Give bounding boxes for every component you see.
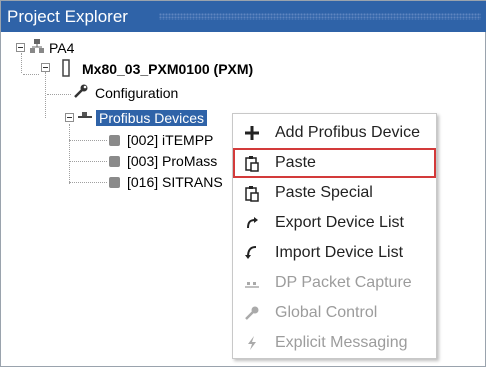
collapse-toggle-controller[interactable] [41,63,50,72]
title-grip [159,13,481,20]
panel-title-bar[interactable]: Project Explorer [1,1,486,32]
tree-node-controller[interactable]: Mx80_03_PXM0100 (PXM) [82,59,253,79]
menu-item-dp-packet-capture[interactable]: DP Packet Capture [233,268,436,298]
collapse-toggle-profibus[interactable] [65,113,74,122]
wrench-icon [74,84,88,98]
menu-item-add-profibus-device[interactable]: Add Profibus Device [233,118,436,148]
tree-line [69,124,71,184]
menu-item-global-control[interactable]: Global Control [233,298,436,328]
bus-network-icon [78,112,92,118]
device-icon [109,177,120,188]
device-icon [109,135,120,146]
tree-line [69,182,107,184]
import-arrow-icon [245,246,257,259]
tree-node-root[interactable]: PA4 [49,38,74,58]
menu-item-import-device-list[interactable]: Import Device List [233,238,436,268]
tree-node-device-003[interactable]: [003] ProMass [127,151,217,171]
tree-line [21,53,23,73]
plus-icon [245,126,259,140]
export-arrow-icon [247,217,258,229]
menu-item-explicit-messaging[interactable]: Explicit Messaging [233,328,436,358]
context-menu: Add Profibus Device Paste Paste Special … [232,113,437,359]
controller-module-icon [62,59,70,77]
packet-capture-icon [245,282,259,288]
menu-item-export-device-list[interactable]: Export Device List [233,208,436,238]
collapse-toggle-root[interactable] [16,43,25,52]
global-control-icon [245,306,259,320]
tree-node-profibus-devices[interactable]: Profibus Devices [96,108,208,128]
paste-icon [245,156,259,172]
device-icon [109,156,120,167]
tree-line [23,74,39,76]
tree-line [69,140,107,142]
tree-node-device-016[interactable]: [016] SITRANS [127,172,223,192]
tree-line [47,94,71,96]
tree-line [69,161,107,163]
paste-special-icon [245,186,259,202]
network-root-icon [30,39,44,53]
tree-node-configuration[interactable]: Configuration [95,83,178,103]
tree-node-device-002[interactable]: [002] iTEMPP [127,130,213,150]
menu-item-paste[interactable]: Paste [233,148,436,178]
panel-title: Project Explorer [7,7,128,26]
lightning-icon [248,336,256,350]
menu-item-paste-special[interactable]: Paste Special [233,178,436,208]
